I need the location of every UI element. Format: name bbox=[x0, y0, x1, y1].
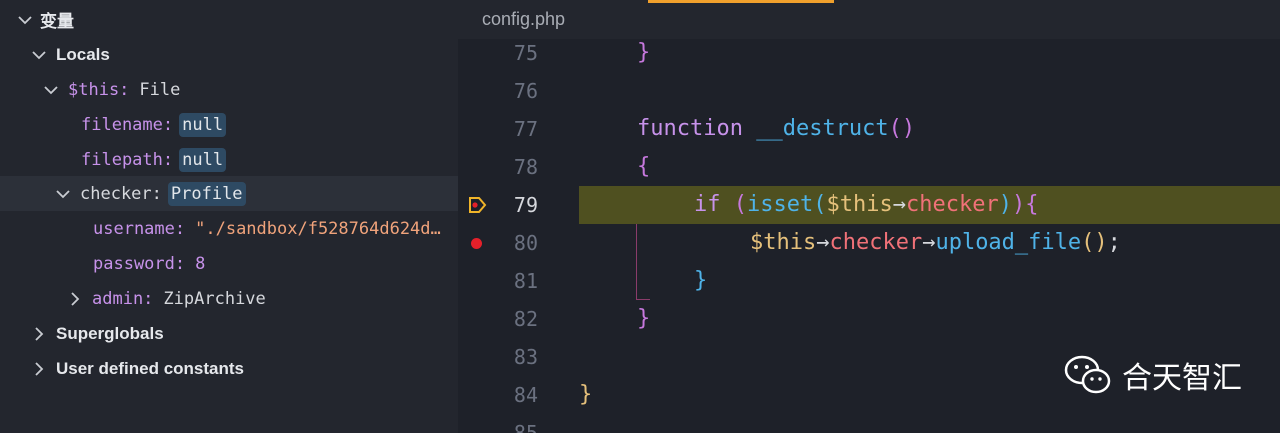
code-text: } bbox=[637, 306, 651, 331]
breakpoint-icon[interactable] bbox=[471, 238, 482, 249]
line-number: 76 bbox=[513, 79, 538, 103]
variables-panel: 变量 Locals $this: File filename: null fil… bbox=[0, 0, 458, 433]
locals-label: Locals bbox=[56, 44, 110, 64]
variable-this[interactable]: $this: File bbox=[0, 72, 458, 107]
chevron-down-icon[interactable] bbox=[16, 11, 34, 29]
line-number: 82 bbox=[513, 307, 538, 331]
chevron-right-icon[interactable] bbox=[30, 325, 48, 343]
watermark-text: 合天智汇 bbox=[1122, 362, 1242, 395]
variable-name: password: bbox=[93, 253, 186, 274]
line-number: 75 bbox=[513, 41, 538, 65]
line-number: 81 bbox=[513, 269, 538, 293]
variable-name: $this: bbox=[68, 79, 130, 100]
variable-value: Profile bbox=[167, 181, 246, 206]
code-text: } bbox=[637, 40, 651, 65]
code-text: } bbox=[694, 268, 708, 293]
user-constants-label: User defined constants bbox=[56, 358, 244, 378]
code-text: $this→checker→upload_file(); bbox=[750, 230, 1121, 255]
line-number: 79 bbox=[513, 193, 538, 217]
user-constants-scope[interactable]: User defined constants bbox=[0, 351, 458, 386]
variable-checker[interactable]: checker: Profile bbox=[0, 176, 458, 211]
variable-filepath[interactable]: filepath: null bbox=[0, 142, 458, 177]
variable-name: username: bbox=[93, 218, 186, 239]
code-line[interactable]: 85 bbox=[458, 414, 1280, 433]
chevron-right-icon[interactable] bbox=[30, 360, 48, 378]
watermark: 合天智汇 bbox=[1064, 353, 1242, 397]
chevron-down-icon[interactable] bbox=[42, 81, 60, 99]
line-number: 85 bbox=[513, 421, 538, 433]
code-text: if (isset($this→checker)){ bbox=[694, 192, 1039, 217]
current-frame-arrow-icon[interactable] bbox=[468, 196, 488, 219]
line-number: 80 bbox=[513, 231, 538, 255]
code-line[interactable]: 76 bbox=[458, 72, 1280, 110]
locals-scope[interactable]: Locals bbox=[0, 37, 458, 72]
variable-value: 8 bbox=[195, 253, 206, 274]
chevron-down-icon[interactable] bbox=[30, 46, 48, 64]
code-text: } bbox=[579, 382, 593, 407]
variables-section-header[interactable]: 变量 bbox=[0, 2, 458, 37]
variable-value: null bbox=[179, 147, 227, 172]
code-text: function __destruct() bbox=[637, 116, 916, 141]
superglobals-label: Superglobals bbox=[56, 323, 164, 343]
tab-config-php[interactable]: config.php bbox=[482, 9, 565, 30]
code-line[interactable]: 82 } bbox=[458, 300, 1280, 338]
variable-username[interactable]: username: "./sandbox/f528764d624d… bbox=[0, 211, 458, 246]
chevron-right-icon[interactable] bbox=[66, 290, 84, 308]
variable-filename[interactable]: filename: null bbox=[0, 107, 458, 142]
line-number: 78 bbox=[513, 155, 538, 179]
variable-value: null bbox=[179, 112, 227, 137]
active-tab-indicator bbox=[648, 0, 834, 3]
code-line-current[interactable]: 79 if (isset($this→checker)){ bbox=[458, 186, 1280, 224]
line-number: 83 bbox=[513, 345, 538, 369]
variable-name: checker: bbox=[80, 183, 162, 204]
code-line[interactable]: 81 } bbox=[458, 262, 1280, 300]
wechat-logo-icon bbox=[1064, 355, 1112, 395]
variable-admin[interactable]: admin: ZipArchive bbox=[0, 281, 458, 316]
variable-password[interactable]: password: 8 bbox=[0, 246, 458, 281]
variable-type: File bbox=[139, 79, 181, 100]
variable-name: admin: bbox=[92, 288, 154, 309]
chevron-down-icon[interactable] bbox=[54, 185, 72, 203]
code-line[interactable]: 77 function __destruct() bbox=[458, 110, 1280, 148]
variables-title: 变量 bbox=[40, 12, 74, 31]
superglobals-scope[interactable]: Superglobals bbox=[0, 316, 458, 351]
line-number: 84 bbox=[513, 383, 538, 407]
code-line[interactable]: 75 } bbox=[458, 34, 1280, 72]
code-line[interactable]: 78 { bbox=[458, 148, 1280, 186]
variable-name: filename: bbox=[81, 114, 174, 135]
variable-type: ZipArchive bbox=[163, 288, 266, 309]
variable-value: "./sandbox/f528764d624d… bbox=[195, 218, 441, 239]
line-number: 77 bbox=[513, 117, 538, 141]
code-text: { bbox=[637, 154, 651, 179]
variable-name: filepath: bbox=[81, 149, 174, 170]
code-line[interactable]: 80 $this→checker→upload_file(); bbox=[458, 224, 1280, 262]
